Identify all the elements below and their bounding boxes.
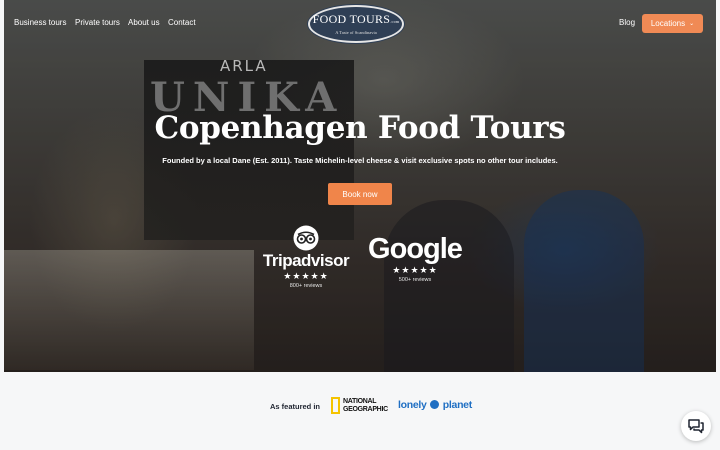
featured-label: As featured in <box>270 402 321 411</box>
locations-label: Locations <box>650 19 686 28</box>
planet-word: planet <box>442 399 472 411</box>
chat-icon <box>688 418 704 433</box>
google-badge[interactable]: Google ★★★★★ 500+ reviews <box>368 233 463 283</box>
market-counter <box>4 250 254 370</box>
logo-wordmark: FOOD TOURS.com <box>312 12 400 26</box>
lonely-word: lonely <box>398 399 427 411</box>
nav-private-tours[interactable]: Private tours <box>75 18 120 27</box>
google-logo: Google <box>368 233 463 265</box>
natgeo-line-1: NATIONAL <box>343 398 377 405</box>
natgeo-yellow-frame-icon <box>331 397 340 414</box>
chevron-down-icon: ⌄ <box>689 21 695 27</box>
site-logo[interactable]: FOOD TOURS.com A Taste of Scandinavia <box>308 5 404 43</box>
lonely-planet-logo[interactable]: lonely planet <box>398 399 472 411</box>
natgeo-line-2: GEOGRAPHIC <box>343 405 388 413</box>
national-geographic-logo[interactable]: NATIONAL GEOGRAPHIC <box>331 397 388 414</box>
star-rating: ★★★★★ <box>283 271 329 281</box>
nav-contact[interactable]: Contact <box>168 18 196 27</box>
crowd-shape <box>384 200 514 372</box>
globe-icon <box>430 400 440 409</box>
logo-tagline: A Taste of Scandinavia <box>335 30 377 35</box>
star-rating: ★★★★★ <box>392 265 438 275</box>
nav-about-us[interactable]: About us <box>128 18 160 27</box>
locations-dropdown[interactable]: Locations ⌄ <box>642 14 703 33</box>
review-count: 800+ reviews <box>289 283 323 289</box>
background-sign-arla: ARLA <box>220 57 268 75</box>
book-now-button[interactable]: Book now <box>328 183 392 205</box>
tripadvisor-owl-icon <box>293 225 319 251</box>
tripadvisor-name: Tripadvisor <box>262 251 350 270</box>
hero-subtitle: Founded by a local Dane (Est. 2011). Tas… <box>162 156 558 165</box>
nav-business-tours[interactable]: Business tours <box>14 18 66 27</box>
tripadvisor-badge[interactable]: Tripadvisor ★★★★★ 800+ reviews <box>258 225 354 289</box>
page-title: Copenhagen Food Tours <box>154 110 566 146</box>
crowd-shape <box>524 190 644 372</box>
chat-button[interactable] <box>681 411 711 441</box>
featured-in-strip: As featured in NATIONAL GEOGRAPHIC lonel… <box>0 372 720 450</box>
review-count: 500+ reviews <box>398 277 432 283</box>
nav-blog[interactable]: Blog <box>619 18 635 27</box>
